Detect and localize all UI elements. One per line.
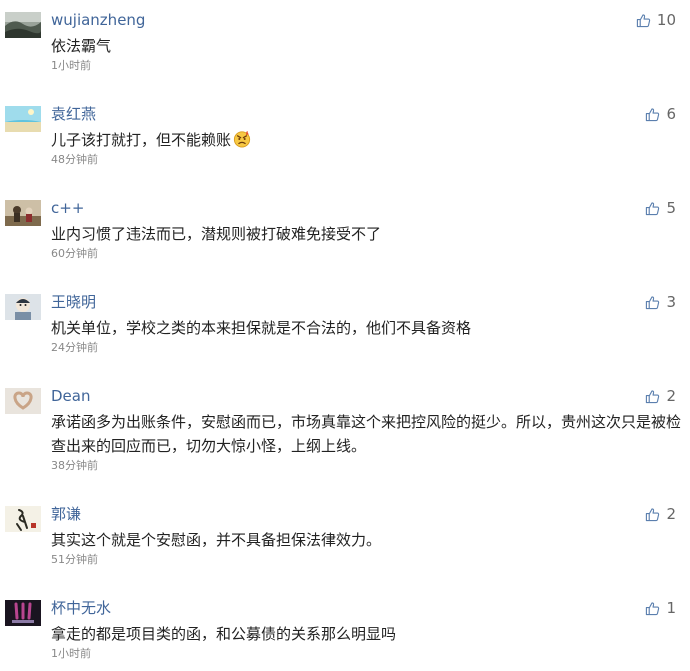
like-count: 6: [666, 105, 676, 123]
thumbs-up-icon: [646, 507, 660, 521]
like-button[interactable]: 2: [645, 386, 676, 406]
comment-text: 机关单位，学校之类的本来担保就是不合法的，他们不具备资格: [51, 319, 472, 337]
comment-time: 48分钟前: [51, 153, 98, 166]
username[interactable]: 郭谦: [51, 504, 81, 524]
comment-time: 60分钟前: [51, 247, 98, 260]
thumbs-up-icon: [646, 295, 660, 309]
comment-text: 依法霸气: [51, 37, 112, 55]
comment-time: 1小时前: [51, 59, 91, 72]
like-count: 10: [656, 11, 676, 29]
comment-text: 承诺函多为出账条件，安慰函而已，市场真靠这个来把控风险的挺少。所以，贵州这次只是…: [51, 413, 682, 455]
like-count: 2: [666, 387, 676, 405]
angry-face-emoji-icon: [233, 131, 251, 148]
like-count: 3: [666, 293, 676, 311]
comment-time: 24分钟前: [51, 341, 98, 354]
like-button[interactable]: 1: [645, 598, 676, 618]
thumbs-up-icon: [646, 107, 660, 121]
landscape-avatar-icon[interactable]: [5, 12, 41, 38]
thumbs-up-icon: [646, 201, 660, 215]
comment-time: 51分钟前: [51, 553, 98, 566]
like-button[interactable]: 3: [645, 292, 676, 312]
like-count: 1: [666, 599, 676, 617]
like-button[interactable]: 6: [645, 104, 676, 124]
calligraphy-avatar-icon[interactable]: [5, 506, 41, 532]
comment-text: 其实这个就是个安慰函，并不具备担保法律效力。: [51, 531, 382, 549]
thumbs-up-icon: [636, 13, 651, 27]
people-photo-avatar-icon[interactable]: [5, 200, 41, 226]
like-button[interactable]: 10: [636, 10, 676, 30]
comment-text: 拿走的都是项目类的函，和公募债的关系那么明显吗: [51, 625, 397, 643]
username[interactable]: c++: [51, 198, 84, 218]
thumbs-up-icon: [646, 601, 660, 615]
username[interactable]: Dean: [51, 386, 90, 406]
comment-text: 儿子该打就打，但不能赖账: [51, 128, 683, 152]
username[interactable]: 王晓明: [51, 292, 96, 312]
beach-avatar-icon[interactable]: [5, 106, 41, 132]
username[interactable]: wujianzheng: [51, 10, 145, 30]
cartoon-avatar-icon[interactable]: [5, 294, 41, 320]
like-button[interactable]: 2: [645, 504, 676, 524]
like-button[interactable]: 5: [645, 198, 676, 218]
username[interactable]: 袁红燕: [51, 104, 96, 124]
monster-logo-avatar-icon[interactable]: [5, 600, 41, 626]
username[interactable]: 杯中无水: [51, 598, 111, 618]
heart-hands-avatar-icon[interactable]: [5, 388, 41, 414]
like-count: 2: [666, 505, 676, 523]
comment-text: 业内习惯了违法而已，潜规则被打破难免接受不了: [51, 225, 382, 243]
comment-text-content: 儿子该打就打，但不能赖账: [51, 131, 232, 149]
comment-time: 1小时前: [51, 647, 91, 660]
comment-time: 38分钟前: [51, 459, 98, 472]
like-count: 5: [666, 199, 676, 217]
thumbs-up-icon: [646, 389, 660, 403]
